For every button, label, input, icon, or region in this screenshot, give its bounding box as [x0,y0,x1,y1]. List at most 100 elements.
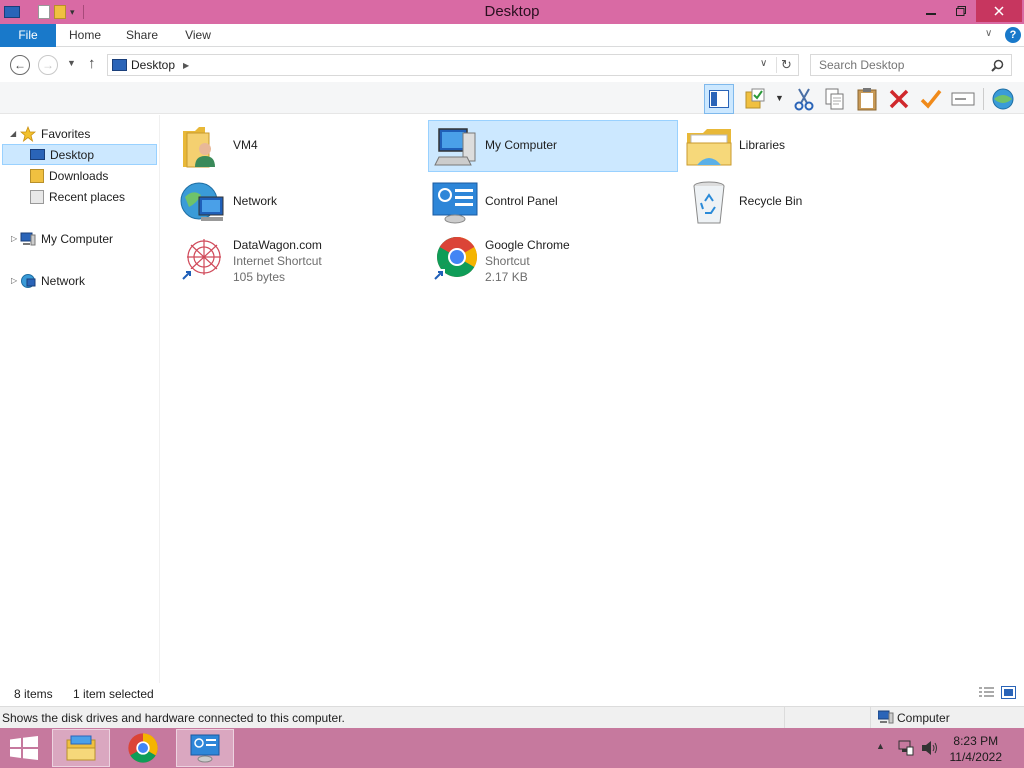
downloads-folder-icon [30,168,44,183]
search-box[interactable] [810,54,1012,76]
breadcrumb-chevron-icon[interactable]: ▶ [183,61,189,70]
computer-icon [20,232,36,245]
item-control-panel[interactable]: Control Panel [428,176,678,228]
info-divider [784,707,785,729]
network-tray-icon[interactable] [898,740,914,756]
item-name: My Computer [485,138,558,152]
item-type: Shortcut [485,254,530,268]
back-arrow-icon: ← [14,58,26,72]
command-toolbar: ▼ [0,82,1024,114]
nav-recent-places[interactable]: Recent places [30,186,125,207]
large-icons-view-icon[interactable] [1001,686,1016,699]
status-bar: 8 items 1 item selected [0,683,1024,705]
details-bar: Shows the disk drives and hardware conne… [0,706,1024,729]
item-count: 8 items [14,687,53,701]
address-dropdown-icon[interactable]: ∨ [760,58,767,69]
ribbon: File Home Share View ∨ ? [0,24,1024,47]
paste-button[interactable] [854,86,880,112]
help-icon[interactable]: ? [1005,27,1021,43]
toolbar-divider [983,88,984,110]
search-icon[interactable] [991,59,1004,72]
minimize-button[interactable] [916,0,946,22]
collapse-favorites-icon[interactable]: ◢ [10,129,16,138]
taskbar-chrome[interactable] [114,729,172,767]
nav-desktop[interactable]: Desktop [2,144,157,165]
minimize-icon [926,13,936,15]
title-bar: ▾ Desktop [0,0,1024,24]
file-list: VM4 My Computer Libraries Network Contro… [161,115,1024,683]
clock-date: 11/4/2022 [949,750,1003,764]
tab-share[interactable]: Share [118,24,166,47]
item-recycle-bin[interactable]: Recycle Bin [682,176,932,228]
item-name: Recycle Bin [739,194,803,208]
expand-ribbon-icon[interactable]: ∨ [985,28,992,39]
item-datawagon[interactable]: DataWagon.com Internet Shortcut 105 byte… [176,232,426,284]
expand-my-computer-icon[interactable]: ▷ [11,234,17,243]
control-panel-icon [190,734,220,763]
toolbar-dropdown-icon[interactable]: ▼ [775,93,784,103]
item-type: Internet Shortcut [233,254,322,268]
navigation-pane: ◢ Favorites Desktop Downloads Recent pla… [0,115,160,683]
delete-button[interactable] [886,86,912,112]
layout-pane-button[interactable] [704,84,734,114]
show-hidden-icons-icon[interactable]: ▲ [876,741,885,751]
nav-downloads[interactable]: Downloads [30,165,108,186]
tab-home[interactable]: Home [60,24,110,47]
rename-button[interactable] [950,86,976,112]
control-panel-icon [432,182,478,224]
copy-button[interactable] [822,86,848,112]
computer-location-icon [878,710,894,724]
item-name: DataWagon.com [233,238,322,252]
nav-downloads-label: Downloads [49,168,109,183]
check-out-button[interactable] [743,86,769,112]
item-name: Libraries [739,138,786,152]
close-button[interactable] [976,0,1022,22]
nav-network[interactable]: Network [20,270,85,291]
refresh-icon[interactable]: ↻ [781,57,792,73]
recent-locations-icon[interactable]: ▼ [67,58,76,68]
tab-view[interactable]: View [176,24,220,47]
select-button[interactable] [918,86,944,112]
system-clock[interactable]: 8:23 PM 11/4/2022 [950,733,1003,765]
details-view-icon[interactable] [979,687,994,699]
tab-file[interactable]: File [0,24,56,47]
forward-button[interactable]: → [38,55,58,75]
nav-favorites[interactable]: Favorites [20,123,90,144]
search-input[interactable] [819,55,989,75]
windows-logo-icon [10,736,38,760]
restore-icon [956,6,966,16]
address-bar[interactable]: Desktop ▶ ∨ ↻ [107,54,799,76]
start-button[interactable] [0,729,48,767]
copy-icon [825,88,844,110]
address-path[interactable]: Desktop [131,58,175,72]
taskbar-control-panel[interactable] [176,729,234,767]
taskbar-file-explorer[interactable] [52,729,110,767]
clipboard-icon [857,88,877,111]
globe-icon [992,88,1014,110]
expand-network-icon[interactable]: ▷ [11,276,17,285]
item-vm4[interactable]: VM4 [176,120,426,172]
desktop-location-icon [112,59,127,71]
up-button[interactable]: ↑ [88,55,96,72]
item-name: Google Chrome [485,238,570,252]
scissors-icon [794,88,814,111]
item-name: VM4 [233,138,258,152]
item-my-computer[interactable]: My Computer [428,120,678,172]
navigation-bar: ← → ▼ ↑ Desktop ▶ ∨ ↻ [0,48,1024,82]
cut-button[interactable] [791,86,817,112]
rename-icon [951,92,975,106]
nav-recent-places-label: Recent places [49,189,126,204]
restore-button[interactable] [946,0,976,22]
network-drive-button[interactable] [990,86,1016,112]
item-libraries[interactable]: Libraries [682,120,932,172]
item-google-chrome[interactable]: Google Chrome Shortcut 2.17 KB [428,232,678,284]
forward-arrow-icon: → [42,58,54,72]
preview-pane-icon [709,90,729,108]
back-button[interactable]: ← [10,55,30,75]
chrome-icon [433,237,477,281]
nav-my-computer[interactable]: My Computer [20,228,113,249]
item-size: 105 bytes [233,270,286,284]
item-network[interactable]: Network [176,176,426,228]
chrome-icon [128,733,158,763]
volume-icon[interactable] [921,740,939,756]
